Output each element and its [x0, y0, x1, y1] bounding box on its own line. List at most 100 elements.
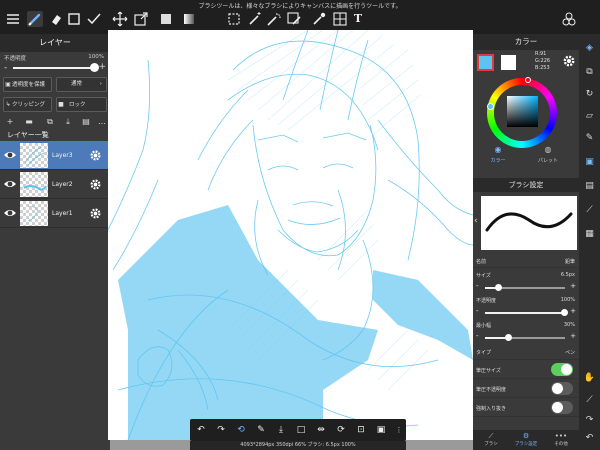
undo-icon[interactable]: ↶: [583, 432, 596, 445]
slider-knob[interactable]: [505, 334, 512, 341]
force-start-end-row: 強制入り抜き: [473, 398, 579, 417]
drawing-canvas[interactable]: [108, 30, 473, 440]
layer-row[interactable]: Layer2: [0, 170, 110, 199]
square-icon[interactable]: [66, 11, 82, 27]
selection-square-icon[interactable]: □: [294, 423, 308, 437]
eye-icon[interactable]: [3, 207, 17, 219]
flip-icon[interactable]: ⇹: [314, 423, 328, 437]
color-tab-icon[interactable]: ◉: [483, 145, 513, 154]
eraser-icon[interactable]: [48, 11, 64, 27]
color-panel-icon[interactable]: ▣: [583, 156, 596, 169]
materials-icon[interactable]: [561, 11, 577, 27]
redo-icon[interactable]: ↷: [583, 414, 596, 427]
clipping-button[interactable]: ↳クリッピング: [3, 97, 52, 112]
add-layer-icon[interactable]: +: [4, 117, 16, 127]
slider-knob[interactable]: [561, 309, 568, 316]
pen-select-icon[interactable]: [286, 11, 302, 27]
rotate-icon[interactable]: ⟲: [234, 423, 248, 437]
brush-panel-icon[interactable]: ⟋: [583, 204, 596, 217]
merge-down-icon[interactable]: ⤓: [62, 117, 74, 127]
wand-icon[interactable]: [247, 11, 263, 27]
brush-opacity-slider[interactable]: - +: [473, 307, 579, 318]
tab-brush[interactable]: ブラシ: [476, 441, 506, 447]
redo-icon[interactable]: ↷: [214, 423, 228, 437]
text-icon[interactable]: T: [350, 11, 366, 27]
edit-icon[interactable]: ▣: [374, 423, 388, 437]
tab-palette[interactable]: パレット: [533, 157, 563, 164]
check-icon[interactable]: [86, 11, 102, 27]
duplicate-layer-icon[interactable]: ⧉: [44, 117, 56, 127]
layers-stack-icon[interactable]: ◈: [583, 42, 596, 55]
sub-color-swatch[interactable]: [501, 55, 516, 70]
plus-icon[interactable]: +: [570, 332, 576, 340]
gradient-icon[interactable]: [181, 11, 197, 27]
history-icon[interactable]: ↻: [583, 88, 596, 101]
gear-icon[interactable]: [89, 149, 102, 162]
color-wheel[interactable]: [473, 77, 579, 154]
lasso-select-icon[interactable]: [266, 11, 282, 27]
more-icon[interactable]: …: [96, 117, 108, 127]
transform-icon[interactable]: [133, 11, 149, 27]
navigator-icon[interactable]: ⧉: [583, 66, 596, 79]
brush-size-slider[interactable]: - +: [473, 282, 579, 293]
brush-icon[interactable]: [27, 11, 43, 27]
plus-icon[interactable]: +: [570, 307, 576, 315]
move-icon[interactable]: [112, 11, 128, 27]
brush-type-row[interactable]: タイプ ペン: [473, 343, 579, 360]
layer-panel-icon[interactable]: ▤: [583, 180, 596, 193]
blend-mode-button[interactable]: 通常 ›: [56, 77, 107, 92]
brush-name-row[interactable]: 名前 鉛筆: [473, 254, 579, 268]
slider-knob[interactable]: [495, 284, 503, 291]
delete-layer-icon[interactable]: ▬: [23, 117, 35, 127]
minus-icon[interactable]: -: [476, 332, 479, 340]
gear-icon[interactable]: [89, 178, 102, 191]
palette-icon[interactable]: ◍: [533, 145, 563, 154]
tab-brush-settings[interactable]: ブラシ設定: [511, 441, 541, 447]
more-icon[interactable]: •••: [546, 432, 576, 440]
properties-icon[interactable]: ▦: [583, 228, 596, 241]
layer-row[interactable]: Layer3: [0, 141, 110, 170]
brush-min-width-slider[interactable]: - +: [473, 332, 579, 343]
eyedropper-icon[interactable]: [311, 11, 327, 27]
minus-icon[interactable]: -: [476, 282, 479, 290]
pressure-opacity-toggle[interactable]: [551, 382, 573, 395]
minus-icon[interactable]: -: [476, 307, 479, 315]
protect-alpha-button[interactable]: ▣透明度を保護: [3, 77, 52, 92]
undo-icon[interactable]: ↶: [194, 423, 208, 437]
tab-color[interactable]: カラー: [483, 157, 513, 164]
gear-icon[interactable]: [562, 54, 576, 68]
fill-color-icon[interactable]: [158, 11, 174, 27]
main-color-swatch[interactable]: [477, 54, 494, 71]
eye-icon[interactable]: [3, 178, 17, 190]
layer-type-icon[interactable]: ▤: [80, 117, 92, 127]
layer-opacity-slider[interactable]: [13, 63, 99, 72]
force-start-end-toggle[interactable]: [551, 401, 573, 414]
crop-icon[interactable]: ⊡: [354, 423, 368, 437]
plus-icon[interactable]: +: [98, 62, 106, 72]
tab-other[interactable]: その他: [546, 441, 576, 447]
grid-handle-icon[interactable]: ⋮: [392, 423, 406, 437]
rotate-canvas-icon[interactable]: ⟳: [334, 423, 348, 437]
gear-icon[interactable]: [89, 207, 102, 220]
hue-handle[interactable]: [525, 77, 531, 83]
eyedropper-icon[interactable]: ⟋: [583, 394, 596, 407]
color-handle[interactable]: [487, 103, 494, 110]
pen-settings-icon[interactable]: ✎: [583, 132, 596, 145]
ruler-icon[interactable]: ▱: [583, 110, 596, 123]
eye-icon[interactable]: [3, 149, 17, 161]
brush-list-icon[interactable]: ⟋: [476, 432, 506, 441]
download-icon[interactable]: ⤓: [274, 423, 288, 437]
lock-button[interactable]: ■ ロック: [56, 97, 107, 112]
chevron-left-icon[interactable]: ‹: [474, 216, 478, 226]
saturation-value-square[interactable]: [507, 96, 538, 127]
layer-row[interactable]: Layer1: [0, 199, 110, 228]
menu-icon[interactable]: [5, 11, 21, 27]
hand-icon[interactable]: ✋: [583, 372, 596, 385]
frame-icon[interactable]: [332, 11, 348, 27]
pen-icon[interactable]: ✎: [254, 423, 268, 437]
minus-icon[interactable]: -: [4, 63, 7, 73]
plus-icon[interactable]: +: [570, 282, 576, 290]
pressure-size-toggle[interactable]: [551, 363, 573, 376]
select-icon[interactable]: [226, 11, 242, 27]
brush-settings-icon[interactable]: ⚙: [511, 432, 541, 440]
